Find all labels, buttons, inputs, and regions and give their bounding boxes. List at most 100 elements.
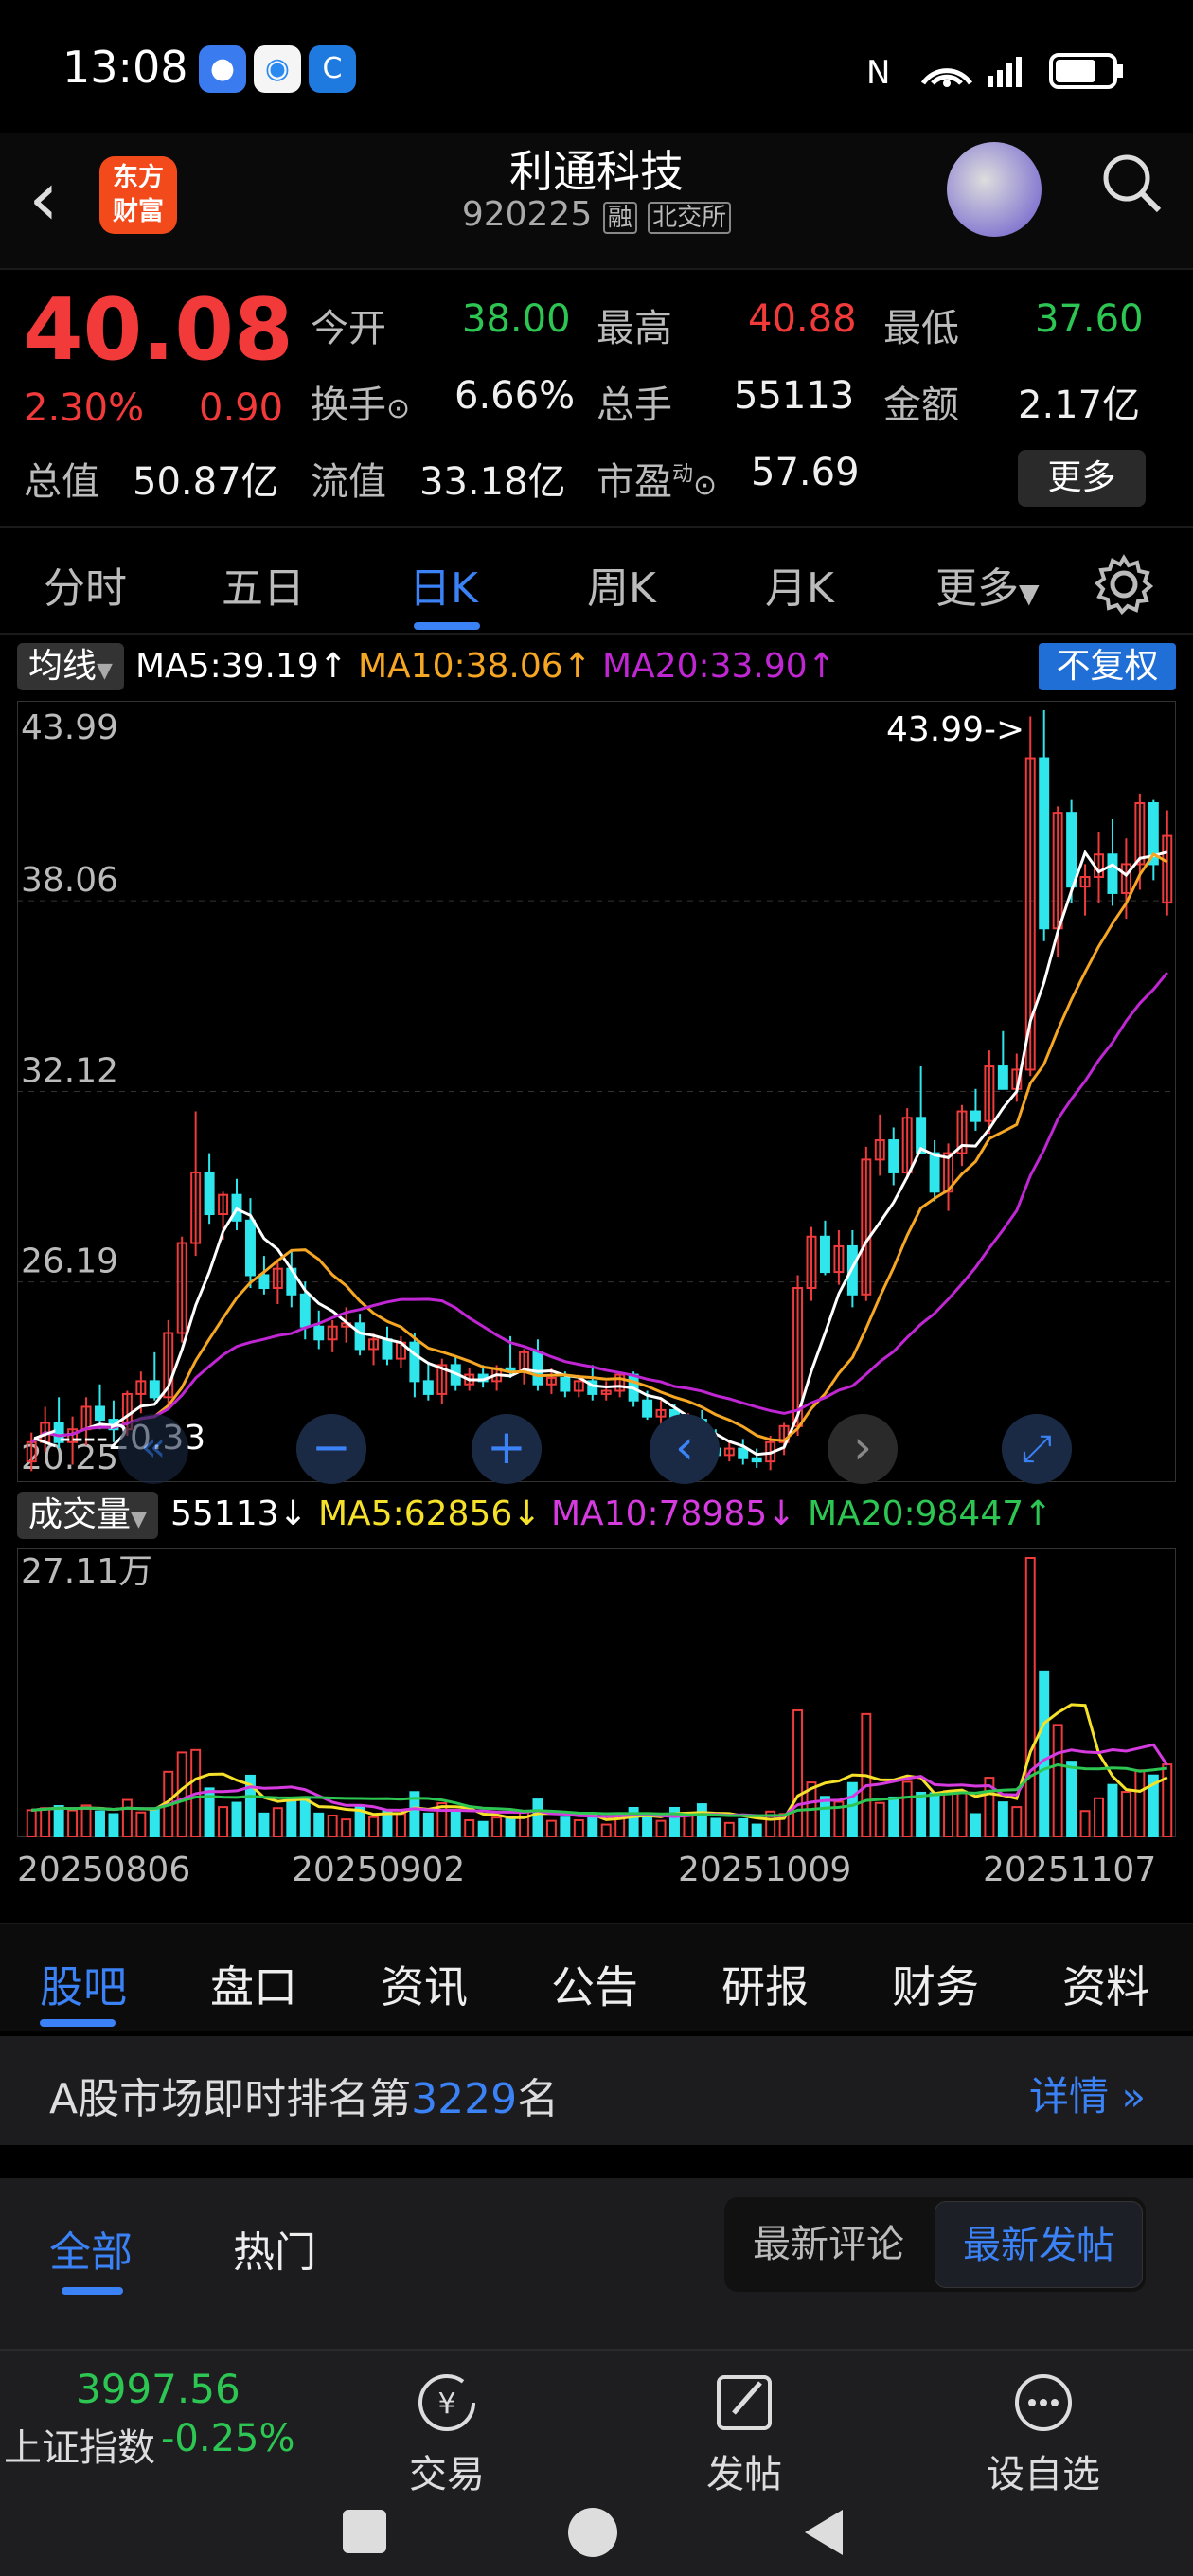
tab-financials[interactable]: 财务 [892,1953,979,2015]
exchange-tag: 北交所 [648,202,732,234]
volume-bar [901,1780,913,1837]
tab-monthly-k[interactable]: 月K [765,554,834,615]
tab-daily-k[interactable]: 日K [409,554,478,615]
volume-bar [943,1790,954,1837]
volume-bar [997,1801,1008,1837]
volume-bar [1120,1791,1131,1837]
candle-body [738,1447,749,1459]
float-value-label: 流值 [311,460,386,504]
settings-gear-icon[interactable] [1094,554,1154,615]
zoom-out-button[interactable]: − [296,1414,366,1484]
volume-selector[interactable]: 成交量▼ [17,1492,158,1539]
candle-body [929,1152,940,1193]
tab-research[interactable]: 研报 [721,1953,809,2015]
status-right-icons: N [866,53,1123,91]
back-triangle-icon[interactable] [800,2508,847,2557]
trade-button[interactable]: ¥ 交易 [362,2370,532,2498]
post-button[interactable]: 发帖 [659,2370,829,2498]
watchlist-button[interactable]: 设自选 [958,2370,1129,2498]
home-button[interactable] [568,2508,617,2557]
volume-bar [121,1798,133,1837]
scroll-left-button[interactable]: ‹ [650,1414,720,1484]
volume-bar [723,1821,735,1837]
feed-section: 全部 热门 最新评论 最新发帖 [0,2178,1193,2349]
trade-icon: ¥ [418,2374,475,2431]
feed-tab-all[interactable]: 全部 [49,2218,133,2279]
bottom-bar: 3997.56 上证指数 -0.25% ¥ 交易 发帖 设自选 [0,2349,1193,2500]
candle-body [1066,812,1077,888]
adjust-button[interactable]: 不复权 [1039,643,1176,690]
candle-body [1039,757,1050,930]
ranking-strip[interactable]: A股市场即时排名第3229名 详情 » [0,2036,1193,2145]
tab-intraday[interactable]: 分时 [44,554,127,615]
volume-bar [532,1798,543,1837]
volume-bar [422,1812,434,1837]
high-value: 40.88 [748,297,857,341]
index-name[interactable]: 上证指数 [4,2417,155,2472]
vol-ma20-line [31,1762,1167,1817]
fullscreen-icon[interactable]: ⤢ [1002,1414,1072,1484]
index-value[interactable]: 3997.56 [76,2366,240,2412]
recent-apps-button[interactable] [343,2510,386,2553]
tab-profile[interactable]: 资料 [1062,1953,1149,2015]
search-icon[interactable] [1098,150,1165,216]
volume-bar [176,1751,187,1837]
rewind-button[interactable]: « [118,1414,188,1484]
vol-ma5-line [31,1703,1168,1821]
vol-ma10-label: MA10:78985↓ [551,1494,796,1533]
candlestick-chart[interactable]: 43.9938.0632.1226.1920.2543.99-><----20.… [17,701,1176,1482]
turnover-label[interactable]: 换手⊙ [311,374,410,429]
tab-five-day[interactable]: 五日 [222,554,305,615]
volume-bar [1134,1769,1146,1837]
date-tick: 20251009 [678,1851,852,1889]
volume-bar [874,1801,885,1837]
quote-panel: 40.08 2.30% 0.90 今开 38.00 最高 40.88 最低 37… [0,275,1193,526]
system-navigation [0,2500,1193,2576]
period-tabs: 分时 五日 日K 周K 月K 更多▼ [0,526,1193,635]
volume-bar [1162,1763,1173,1837]
amount-value: 2.17亿 [1018,384,1141,427]
volume-bar [464,1818,475,1837]
sort-latest-comment[interactable]: 最新评论 [724,2197,933,2292]
volume-bar [80,1804,92,1837]
assistant-robot-icon[interactable] [947,142,1042,237]
tab-order-book[interactable]: 盘口 [210,1953,297,2015]
volume-bar [683,1813,694,1837]
indicator-selector[interactable]: 均线▼ [17,643,124,690]
turnover-value: 6.66% [454,374,576,418]
tab-announcements[interactable]: 公告 [551,1953,638,2015]
volume-bar [1107,1783,1118,1837]
tab-forum[interactable]: 股吧 [40,1953,127,2015]
volume-bar [1039,1670,1050,1837]
index-change: -0.25% [161,2417,295,2460]
sort-latest-post[interactable]: 最新发帖 [935,2201,1143,2288]
pe-label[interactable]: 市盈动⊙ [596,451,717,506]
volume-bar [560,1816,571,1837]
last-price: 40.08 [24,280,294,380]
volume-bar [95,1810,105,1837]
ma10-line [30,851,1168,1444]
volume-bar [519,1810,529,1837]
volume-bar [313,1812,325,1837]
volume-bar [26,1809,37,1837]
volume-bar [1011,1806,1023,1837]
volume-value: 55113 [734,374,855,418]
change-percent: 2.30% [24,386,145,430]
volume-current: 55113↓ [170,1494,308,1533]
more-button[interactable]: 更多 [1018,450,1146,507]
y-tick-label: 26.19 [21,1243,118,1281]
zoom-in-button[interactable]: + [472,1414,542,1484]
volume-bar [573,1818,584,1837]
volume-bar [888,1796,899,1837]
tab-more[interactable]: 更多▼ [935,554,1040,615]
volume-bar [642,1814,653,1837]
tab-news[interactable]: 资讯 [381,1953,468,2015]
details-link[interactable]: 详情 » [1029,2065,1146,2122]
volume-bar [1052,1724,1063,1837]
volume-bar [1024,1557,1036,1837]
scroll-right-button[interactable]: › [828,1414,898,1484]
feed-tab-hot[interactable]: 热门 [233,2218,316,2279]
tab-weekly-k[interactable]: 周K [587,554,656,615]
volume-max-label: 27.11万 [21,1552,152,1591]
volume-chart[interactable]: 27.11万 [17,1548,1176,1837]
